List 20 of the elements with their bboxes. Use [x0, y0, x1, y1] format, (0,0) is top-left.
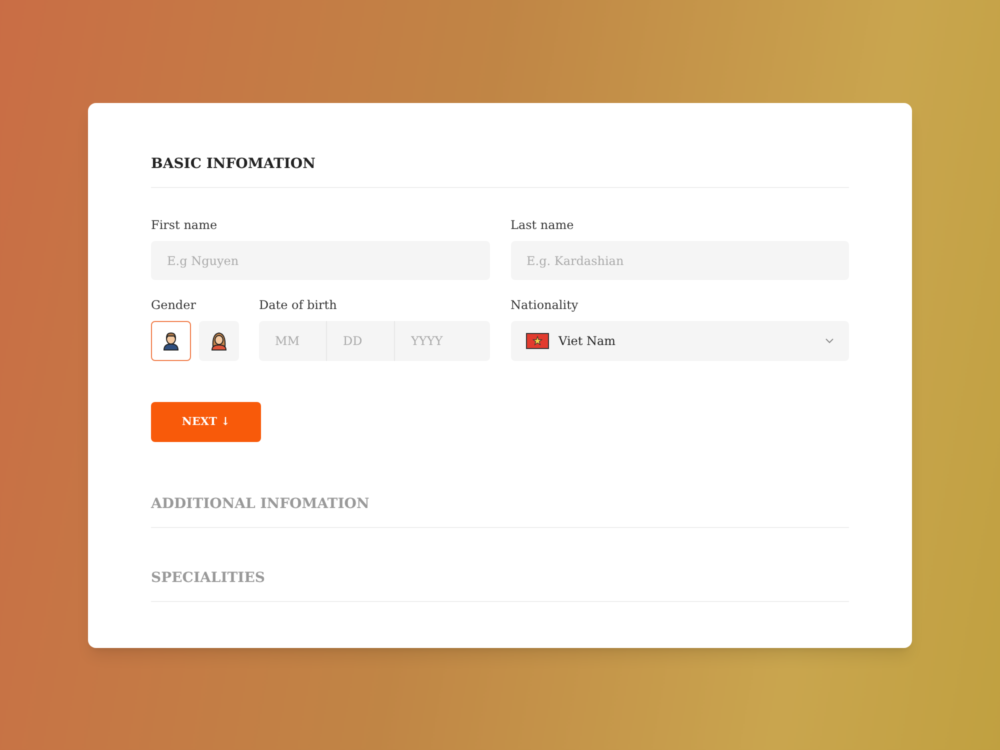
- field-label: Last name: [510, 217, 575, 234]
- last-name-field[interactable]: E.g. Kardashian: [510, 241, 849, 280]
- date-part-input[interactable]: DD: [327, 321, 395, 361]
- man-avatar-icon: [163, 331, 179, 351]
- field-label: Nationality: [510, 297, 580, 314]
- date-part-input[interactable]: MM: [259, 321, 327, 361]
- gender-option-button[interactable]: [151, 321, 191, 361]
- field-label: Date of birth: [259, 297, 338, 314]
- section-title[interactable]: ADDITIONAL INFOMATION: [151, 496, 370, 512]
- section-title[interactable]: SPECIALITIES: [151, 570, 266, 586]
- chevron-down-icon: [825, 338, 834, 344]
- nationality-select[interactable]: Viet Nam: [510, 321, 849, 361]
- section-title: BASIC INFOMATION: [151, 156, 316, 172]
- date-part-input[interactable]: YYYY: [395, 321, 490, 361]
- field-label: First name: [151, 217, 218, 234]
- woman-avatar-icon: [211, 331, 227, 351]
- next-button[interactable]: NEXT ↓: [151, 402, 261, 442]
- field-label: Gender: [151, 297, 197, 314]
- flag-icon: [526, 333, 548, 349]
- first-name-field[interactable]: E.g Nguyen: [151, 241, 490, 280]
